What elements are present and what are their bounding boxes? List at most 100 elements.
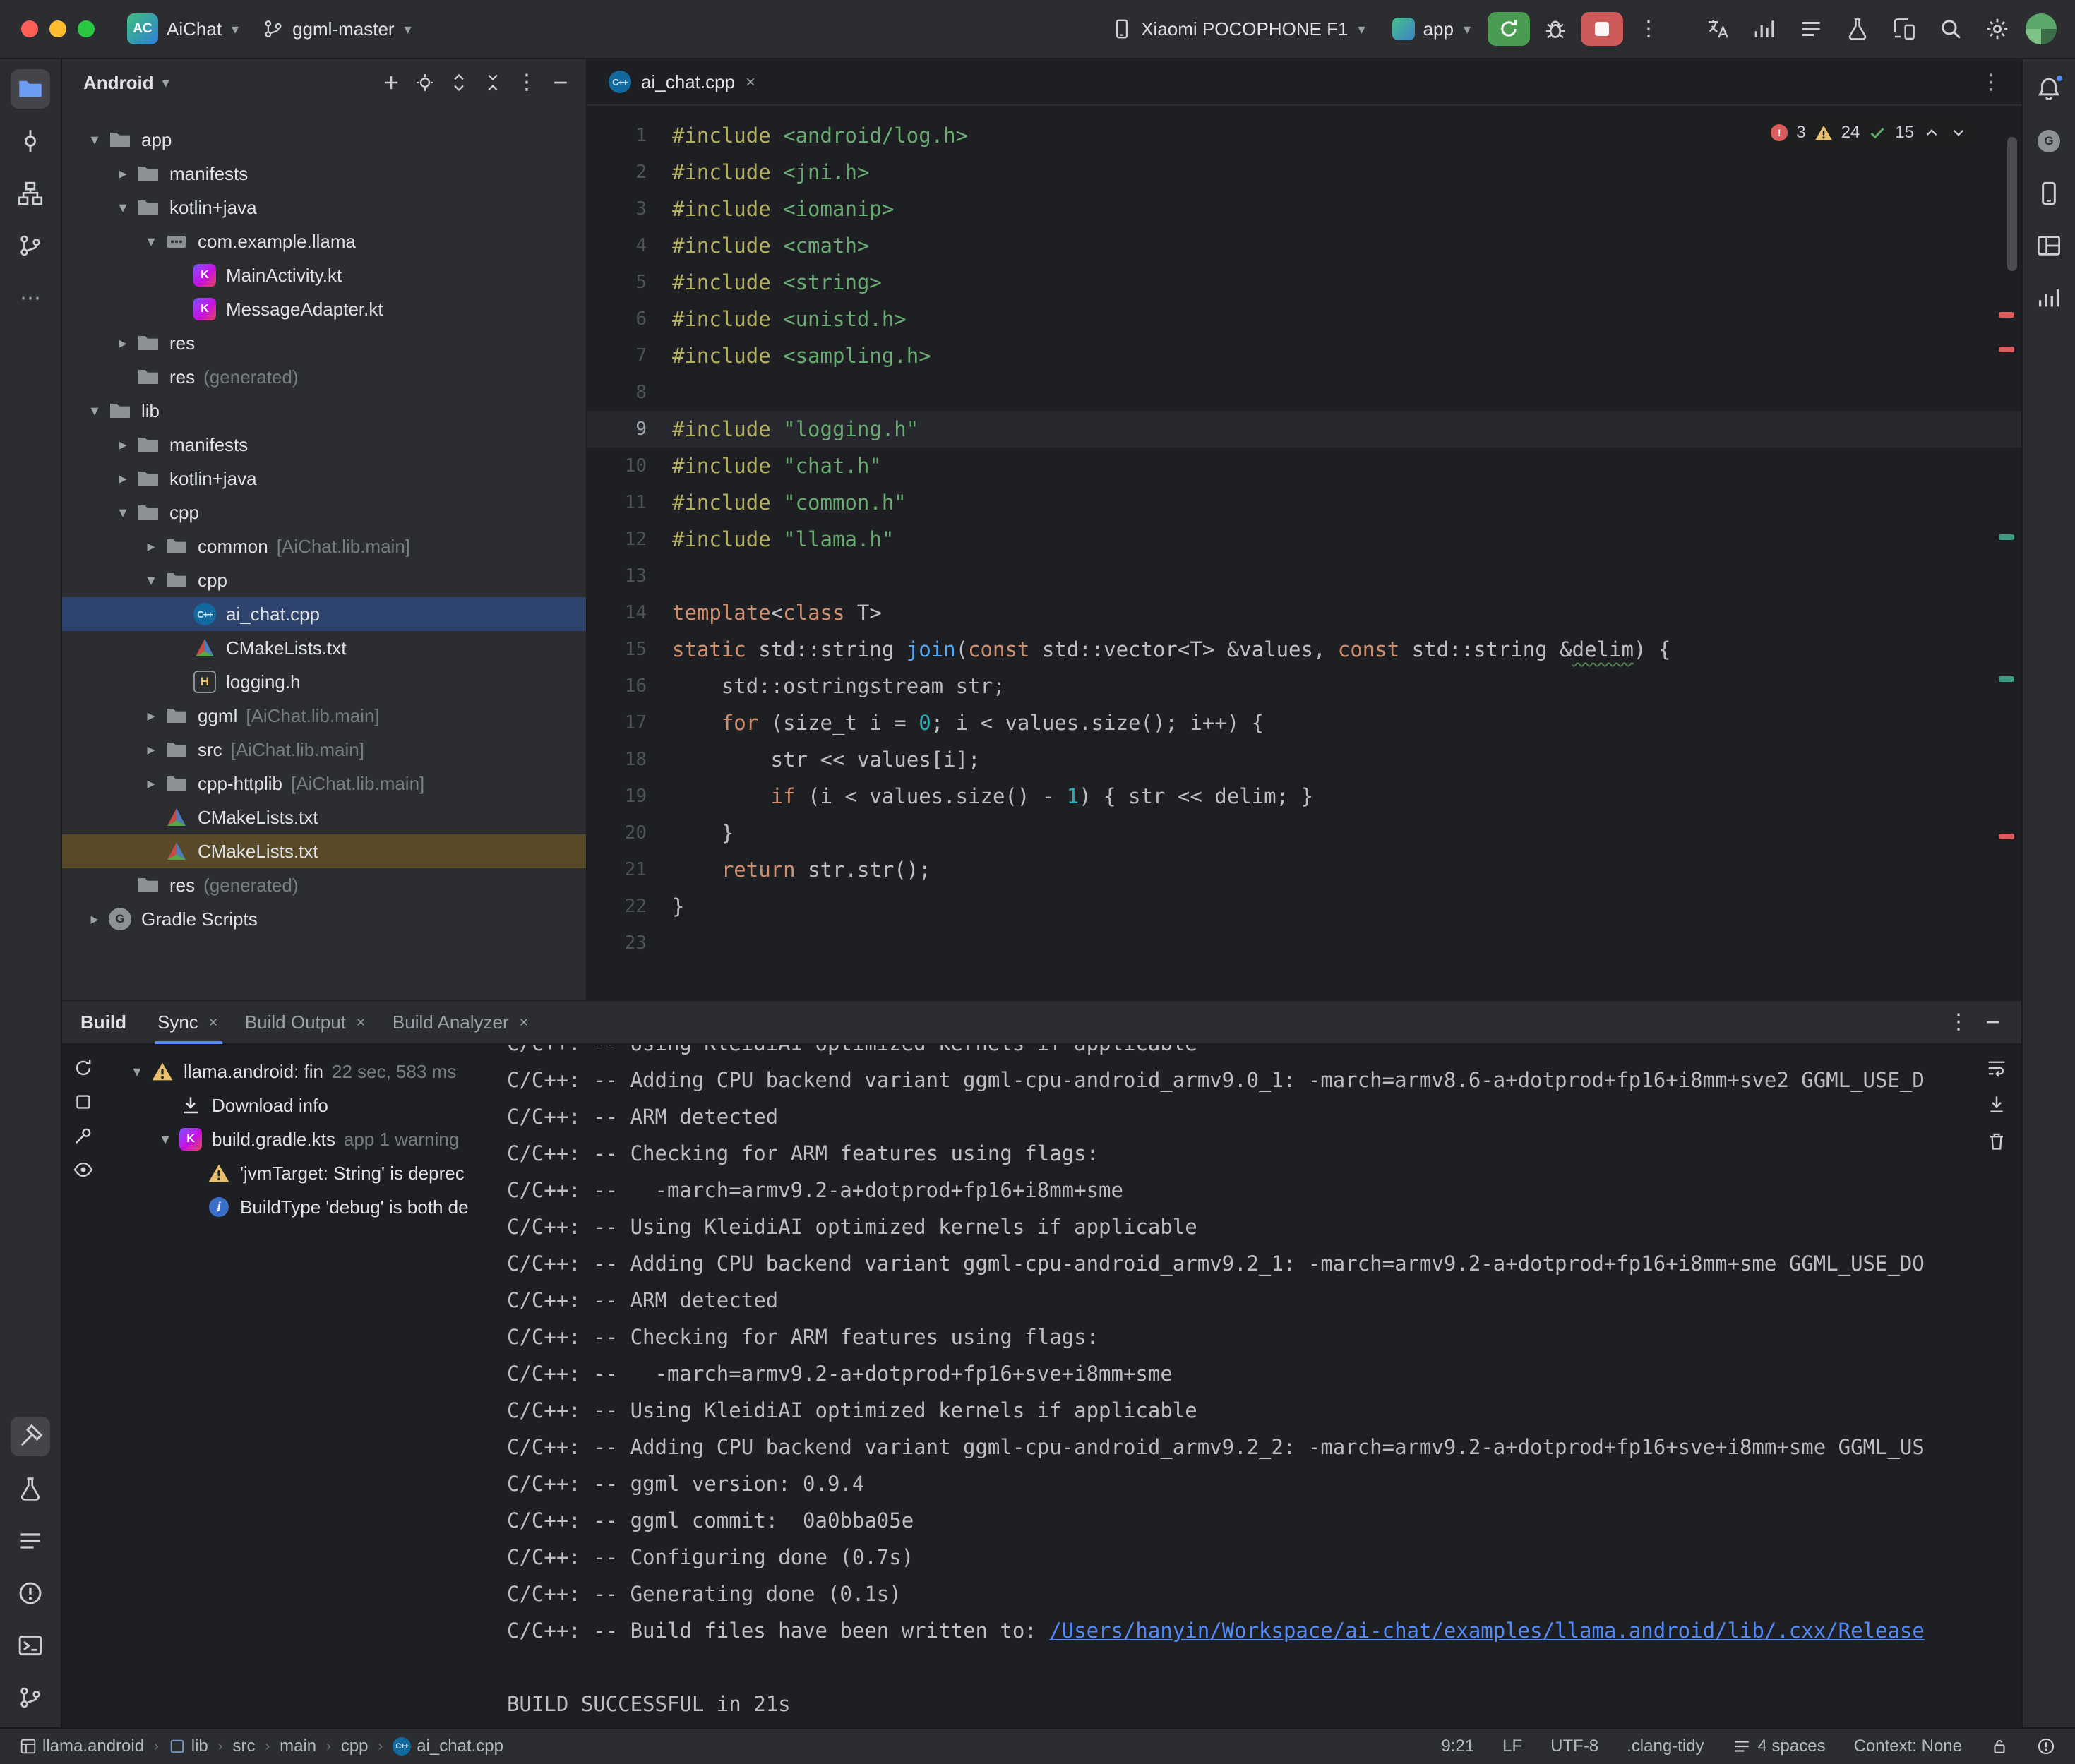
project-tree-item[interactable]: ▾app xyxy=(62,123,586,157)
project-tree[interactable]: ▾app▸manifests▾kotlin+java▾com.example.l… xyxy=(62,106,586,1000)
tab-build-output[interactable]: Build Output xyxy=(232,1000,380,1044)
chevron-right-icon[interactable]: ▸ xyxy=(110,436,136,454)
chevron-down-icon[interactable]: ▾ xyxy=(124,1062,150,1081)
analysis-mark[interactable] xyxy=(1999,676,2014,682)
line-separator-widget[interactable]: LF xyxy=(1502,1736,1522,1756)
version-control-tool-button[interactable] xyxy=(11,1678,50,1717)
chevron-right-icon[interactable]: ▸ xyxy=(138,537,164,556)
project-tree-item[interactable]: CMakeLists.txt xyxy=(62,800,586,834)
chevron-right-icon[interactable]: ▸ xyxy=(138,707,164,725)
logcat-tool-button[interactable] xyxy=(11,1521,50,1561)
device-selector[interactable]: Xiaomi POCOPHONE F1 ▾ xyxy=(1101,13,1375,46)
project-tree-item[interactable]: KMainActivity.kt xyxy=(62,258,586,292)
project-tree-item[interactable]: ▸common[AiChat.lib.main] xyxy=(62,529,586,563)
close-window-button[interactable] xyxy=(21,20,38,37)
app-inspection-tool-button[interactable] xyxy=(11,1469,50,1508)
chevron-down-icon[interactable]: ▾ xyxy=(82,402,107,420)
code-editor[interactable]: 1#include <android/log.h>2#include <jni.… xyxy=(587,106,2021,1000)
project-tree-item[interactable]: ▸manifests xyxy=(62,157,586,191)
close-tab-icon[interactable] xyxy=(743,75,758,89)
project-tree-item[interactable]: ▾lib xyxy=(62,394,586,428)
project-tree-item[interactable]: ▸kotlin+java xyxy=(62,462,586,496)
chevron-right-icon[interactable]: ▸ xyxy=(110,334,136,352)
indent-widget[interactable]: 4 spaces xyxy=(1733,1736,1826,1756)
build-variants-icon[interactable] xyxy=(1839,12,1876,46)
project-tree-item[interactable]: ▾com.example.llama xyxy=(62,224,586,258)
settings-button[interactable] xyxy=(1979,12,2016,46)
project-tool-button[interactable] xyxy=(11,69,50,109)
locate-file-button[interactable] xyxy=(409,67,441,98)
project-tree-item[interactable]: ▸cpp-httplib[AiChat.lib.main] xyxy=(62,767,586,800)
console-link[interactable]: /Users/hanyin/Workspace/ai-chat/examples… xyxy=(1049,1619,1925,1643)
pull-requests-tool-button[interactable] xyxy=(11,226,50,265)
chevron-right-icon[interactable]: ▸ xyxy=(110,469,136,488)
breadcrumb-item[interactable]: llama.android xyxy=(20,1736,144,1756)
debug-button[interactable] xyxy=(1537,12,1574,46)
editor-options-icon[interactable]: ⋮ xyxy=(1980,70,2014,95)
layout-inspector-tool-button[interactable] xyxy=(2029,226,2069,265)
project-tree-item[interactable]: ▸ggml[AiChat.lib.main] xyxy=(62,699,586,733)
commit-tool-button[interactable] xyxy=(11,121,50,161)
next-problem-icon[interactable] xyxy=(1949,124,1968,142)
project-tree-item[interactable]: ▸manifests xyxy=(62,428,586,462)
hide-panel-button[interactable] xyxy=(545,67,576,98)
build-tree-item[interactable]: Download info xyxy=(104,1088,500,1122)
structure-tool-button[interactable] xyxy=(11,174,50,213)
zoom-window-button[interactable] xyxy=(78,20,95,37)
insights-tool-button[interactable] xyxy=(2029,278,2069,318)
close-tab-icon[interactable] xyxy=(207,1016,220,1028)
project-selector[interactable]: AC AiChat ▾ xyxy=(117,8,249,50)
build-options-icon[interactable]: ⋮ xyxy=(1948,1012,1969,1033)
device-mirroring-icon[interactable] xyxy=(1886,12,1922,46)
collapse-all-button[interactable] xyxy=(477,67,508,98)
profiler-icon[interactable] xyxy=(1746,12,1783,46)
previous-problem-icon[interactable] xyxy=(1922,124,1941,142)
status-indicator-widget[interactable] xyxy=(2037,1737,2055,1756)
build-events-tree[interactable]: ▾llama.android: fin22 sec, 583 msDownloa… xyxy=(104,1045,500,1727)
chevron-down-icon[interactable]: ▾ xyxy=(138,232,164,251)
analysis-mark[interactable] xyxy=(1999,312,2014,318)
chevron-down-icon[interactable]: ▾ xyxy=(153,1130,178,1148)
build-tool-button[interactable] xyxy=(11,1417,50,1456)
tab-sync[interactable]: Sync xyxy=(145,1000,232,1044)
add-button[interactable] xyxy=(376,67,407,98)
analysis-mark[interactable] xyxy=(1999,347,2014,352)
project-tree-item[interactable]: Hlogging.h xyxy=(62,665,586,699)
project-tree-item[interactable]: ▸src[AiChat.lib.main] xyxy=(62,733,586,767)
project-tree-item[interactable]: res(generated) xyxy=(62,360,586,394)
inspections-widget[interactable]: ! 3 24 15 xyxy=(1762,119,1976,147)
chevron-right-icon[interactable]: ▸ xyxy=(138,774,164,793)
build-tree-item[interactable]: 'jvmTarget: String' is deprec xyxy=(104,1156,500,1190)
breadcrumb-item[interactable]: lib xyxy=(169,1736,208,1756)
stop-sync-icon[interactable] xyxy=(73,1091,94,1112)
filter-messages-icon[interactable] xyxy=(73,1159,94,1180)
context-widget[interactable]: Context: None xyxy=(1854,1736,1962,1756)
code-tools-icon[interactable] xyxy=(1699,12,1736,46)
breadcrumb-item[interactable]: cpp xyxy=(341,1736,369,1756)
more-tool-windows-button[interactable]: ⋯ xyxy=(11,278,50,318)
analysis-mark[interactable] xyxy=(1999,534,2014,540)
project-tree-item[interactable]: C++ai_chat.cpp xyxy=(62,597,586,631)
build-tree-item[interactable]: iBuildType 'debug' is both de xyxy=(104,1190,500,1224)
editor-scrollbar[interactable] xyxy=(2007,137,2017,271)
encoding-widget[interactable]: UTF-8 xyxy=(1550,1736,1598,1756)
chevron-right-icon[interactable]: ▸ xyxy=(82,910,107,928)
breadcrumb-item[interactable]: C++ai_chat.cpp xyxy=(393,1736,503,1756)
run-configuration-selector[interactable]: app ▾ xyxy=(1382,12,1481,46)
chevron-down-icon[interactable]: ▾ xyxy=(82,131,107,149)
soft-wrap-icon[interactable] xyxy=(1986,1057,2007,1079)
caret-position-widget[interactable]: 9:21 xyxy=(1441,1736,1474,1756)
project-tree-item[interactable]: ▸res xyxy=(62,326,586,360)
tab-build-analyzer[interactable]: Build Analyzer xyxy=(380,1000,543,1044)
expand-all-button[interactable] xyxy=(443,67,474,98)
build-console[interactable]: C/C++: -- Using KleidiAI optimized kerne… xyxy=(500,1045,1972,1727)
close-tab-icon[interactable] xyxy=(354,1016,367,1028)
project-tree-item[interactable]: ▾cpp xyxy=(62,496,586,529)
build-tree-item[interactable]: ▾llama.android: fin22 sec, 583 ms xyxy=(104,1055,500,1088)
more-run-actions-button[interactable]: ⋮ xyxy=(1630,12,1667,46)
avatar[interactable] xyxy=(2026,13,2057,44)
lock-widget[interactable] xyxy=(1990,1737,2009,1756)
scroll-to-end-icon[interactable] xyxy=(1986,1094,2007,1115)
notifications-button[interactable] xyxy=(2029,69,2069,109)
terminal-tool-button[interactable] xyxy=(11,1626,50,1665)
